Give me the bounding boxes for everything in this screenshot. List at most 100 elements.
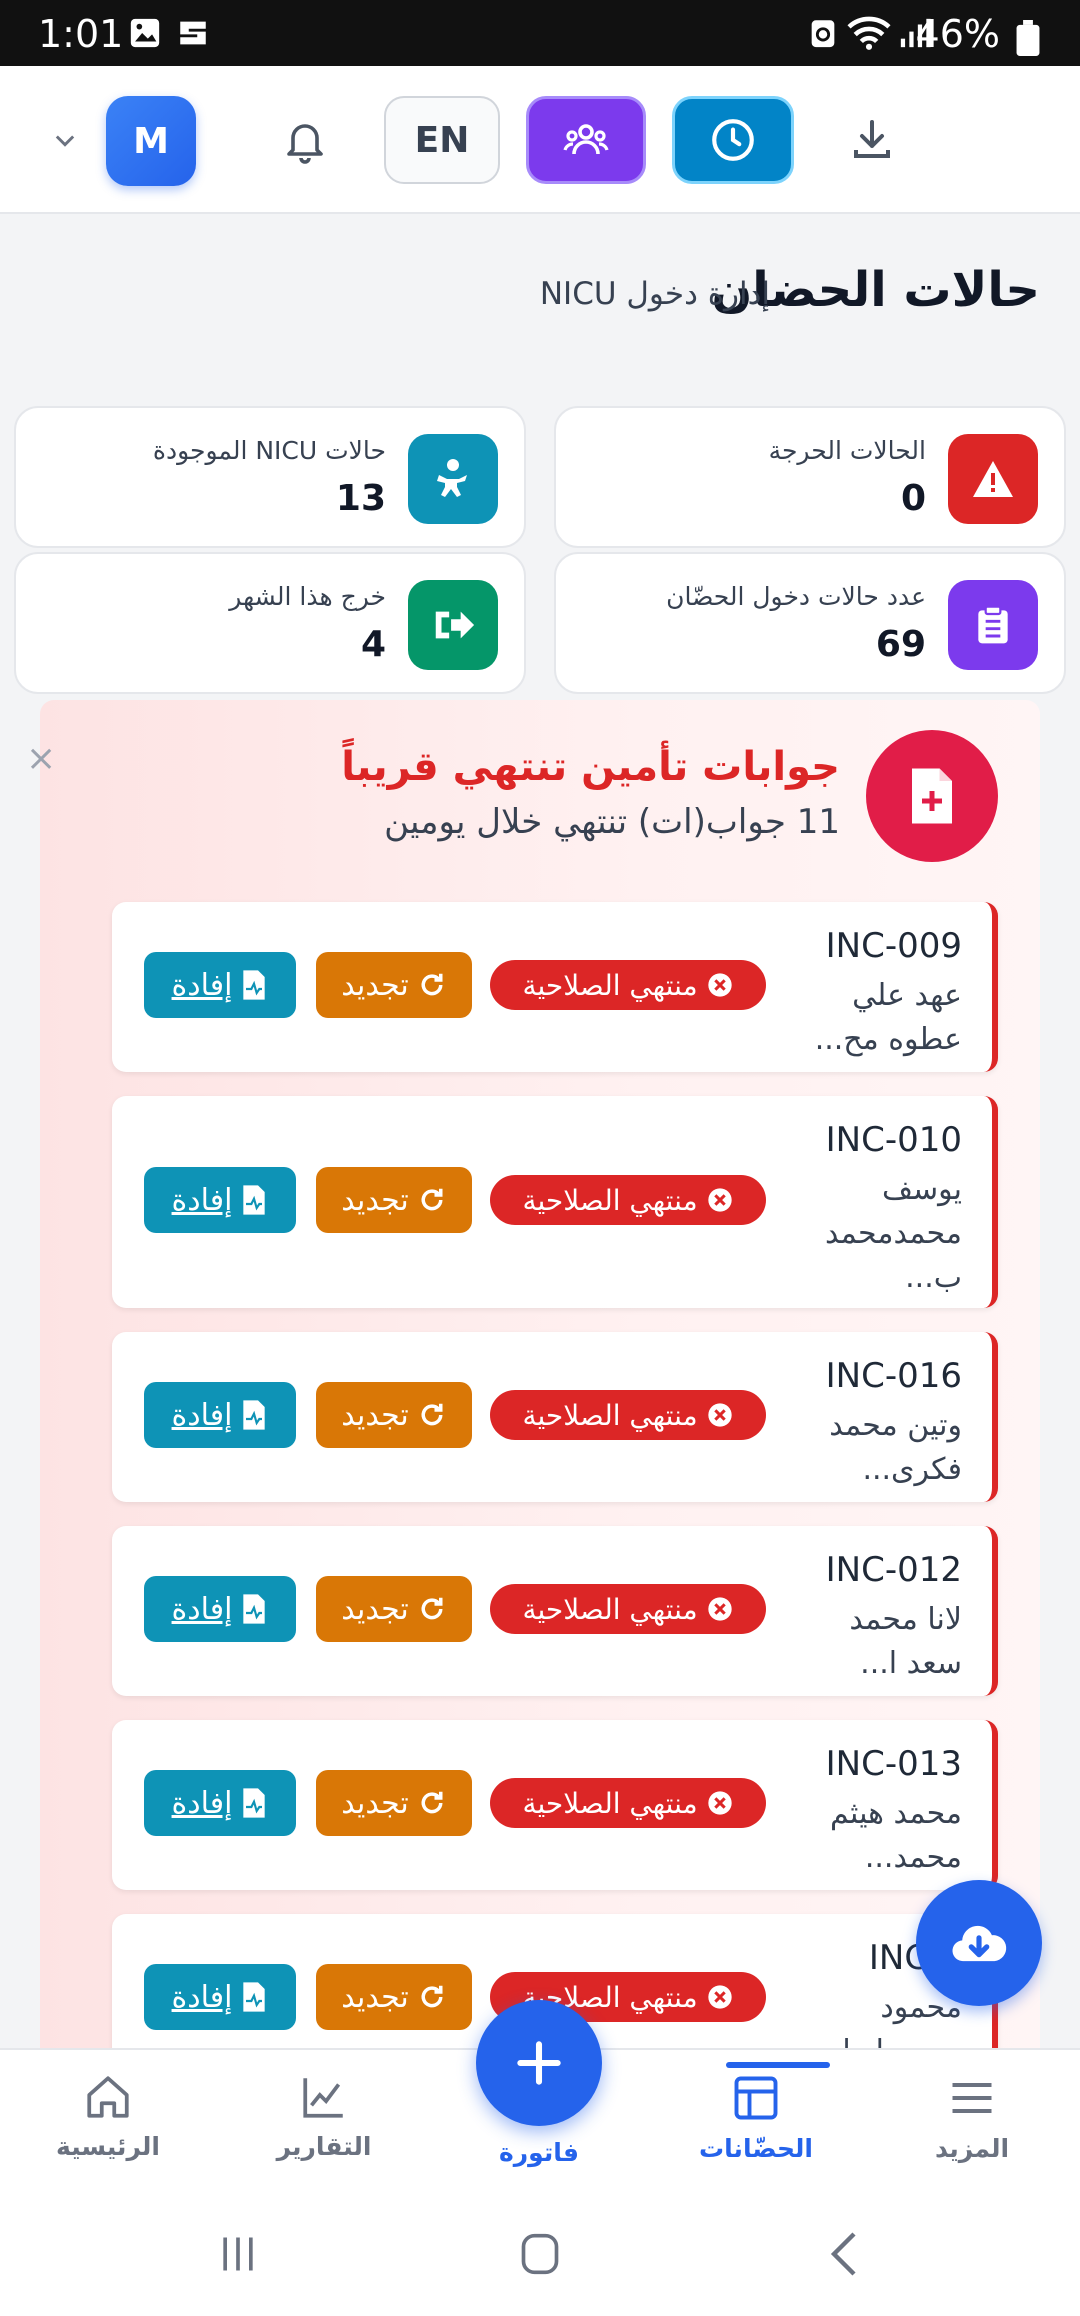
- stat-value: 4: [360, 624, 386, 665]
- renew-button[interactable]: تجديد: [316, 1576, 472, 1642]
- nav-label: التقارير: [276, 2132, 372, 2161]
- status-badge: منتهي الصلاحية: [490, 1778, 766, 1828]
- language-toggle-button[interactable]: EN: [384, 96, 500, 184]
- refresh-icon: [421, 973, 443, 996]
- back-icon[interactable]: [826, 2230, 862, 2278]
- status-label: منتهي الصلاحية: [522, 1786, 698, 1820]
- stat-card-admissions[interactable]: عدد حالات دخول الحضّان 69: [554, 552, 1066, 694]
- x-circle-icon: [707, 1597, 732, 1621]
- stat-value: 0: [900, 478, 926, 519]
- team-button[interactable]: [526, 96, 646, 184]
- item-patient-name: محمد هيثم محمد...: [830, 1796, 962, 1875]
- recent-apps-icon[interactable]: [216, 2232, 260, 2276]
- users-icon: [563, 124, 609, 155]
- nav-incubators[interactable]: الحضّانات: [676, 2072, 836, 2163]
- app-header: M EN: [0, 66, 1080, 214]
- renew-label: تجديد: [341, 1979, 409, 2015]
- renew-button[interactable]: تجديد: [316, 1382, 472, 1448]
- stat-label: خرج هذا الشهر: [229, 582, 386, 611]
- renew-button[interactable]: تجديد: [316, 1964, 472, 2030]
- nav-label: الرئيسية: [56, 2132, 160, 2161]
- status-bar: 1:01 46%: [0, 0, 1080, 66]
- item-id: INC-012: [825, 1550, 962, 1590]
- file-medical-icon: [243, 1400, 266, 1430]
- file-medical-icon: [866, 730, 998, 862]
- home-gesture-icon[interactable]: [518, 2230, 562, 2278]
- report-button[interactable]: إفادة: [144, 1770, 296, 1836]
- nav-label: الحضّانات: [699, 2134, 813, 2163]
- report-label: إفادة: [171, 1979, 233, 2015]
- recycle-icon: [808, 16, 838, 50]
- stat-card-discharged[interactable]: خرج هذا الشهر 4: [14, 552, 526, 694]
- status-label: منتهي الصلاحية: [522, 1592, 698, 1626]
- stat-label: حالات NICU الموجودة: [152, 436, 386, 465]
- renew-label: تجديد: [341, 1591, 409, 1627]
- stat-value: 13: [335, 478, 386, 519]
- nav-more[interactable]: المزيد: [892, 2072, 1052, 2163]
- incubator-icon: [734, 2076, 778, 2120]
- renew-button[interactable]: تجديد: [316, 1770, 472, 1836]
- x-circle-icon: [707, 973, 732, 997]
- active-tab-indicator: [726, 2062, 830, 2068]
- status-badge: منتهي الصلاحية: [490, 1584, 766, 1634]
- insurance-item: INC-010 يوسف محمدمحمد ب... منتهي الصلاحية ت…: [112, 1096, 998, 1308]
- renew-label: تجديد: [341, 967, 409, 1003]
- stat-label: الحالات الحرجة: [768, 436, 926, 465]
- cloud-download-button[interactable]: [916, 1880, 1042, 2006]
- file-medical-icon: [243, 1982, 266, 2012]
- plus-icon: [517, 2041, 561, 2085]
- stat-card-nicu-current[interactable]: حالات NICU الموجودة 13: [14, 406, 526, 548]
- report-label: إفادة: [171, 967, 233, 1003]
- x-circle-icon: [707, 1403, 732, 1427]
- report-button[interactable]: إفادة: [144, 1964, 296, 2030]
- renew-label: تجديد: [341, 1397, 409, 1433]
- download-button[interactable]: [830, 96, 914, 184]
- item-patient-name: يوسف محمدمحمد ب...: [824, 1172, 962, 1295]
- nav-reports[interactable]: التقارير: [244, 2072, 404, 2161]
- item-id: INC-016: [825, 1356, 962, 1396]
- item-patient-name: عهد علي عطوه مح...: [814, 978, 962, 1057]
- report-label: إفادة: [171, 1397, 233, 1433]
- file-medical-icon: [243, 970, 266, 1000]
- app-notification-icon: [176, 16, 210, 50]
- nav-label: المزيد: [934, 2134, 1010, 2163]
- report-button[interactable]: إفادة: [144, 952, 296, 1018]
- status-badge: منتهي الصلاحية: [490, 1175, 766, 1225]
- report-button[interactable]: إفادة: [144, 1382, 296, 1448]
- status-label: منتهي الصلاحية: [522, 1183, 698, 1217]
- notifications-button[interactable]: [260, 96, 350, 184]
- refresh-icon: [421, 1791, 443, 1814]
- account-dropdown-toggle[interactable]: [40, 96, 90, 184]
- nav-invoice-label: فاتورة: [499, 2138, 579, 2167]
- home-icon: [87, 2076, 129, 2118]
- renew-button[interactable]: تجديد: [316, 952, 472, 1018]
- clipboard-icon: [948, 580, 1038, 670]
- chevron-down-icon: [55, 135, 75, 147]
- refresh-icon: [421, 1403, 443, 1426]
- report-label: إفادة: [171, 1785, 233, 1821]
- renew-label: تجديد: [341, 1182, 409, 1218]
- status-badge: منتهي الصلاحية: [490, 1390, 766, 1440]
- item-id: INC-013: [825, 1744, 962, 1784]
- refresh-icon: [421, 1188, 443, 1211]
- x-circle-icon: [707, 1791, 732, 1815]
- report-button[interactable]: إفادة: [144, 1576, 296, 1642]
- cloud-download-icon: [952, 1925, 1007, 1962]
- new-invoice-button[interactable]: [476, 2000, 602, 2126]
- renew-button[interactable]: تجديد: [316, 1167, 472, 1233]
- alert-close-button[interactable]: ×: [26, 738, 56, 779]
- report-label: إفادة: [171, 1591, 233, 1627]
- clock-icon: [712, 119, 754, 161]
- report-button[interactable]: إفادة: [144, 1167, 296, 1233]
- item-id: INC-010: [825, 1120, 962, 1160]
- stat-card-critical[interactable]: الحالات الحرجة 0: [554, 406, 1066, 548]
- wifi-icon: [846, 16, 892, 50]
- status-label: منتهي الصلاحية: [522, 1398, 698, 1432]
- nav-home[interactable]: الرئيسية: [28, 2072, 188, 2161]
- history-button[interactable]: [672, 96, 794, 184]
- refresh-icon: [421, 1985, 443, 2008]
- avatar[interactable]: M: [106, 96, 196, 186]
- item-patient-name: لانا محمد سعد ا...: [849, 1602, 962, 1681]
- bell-icon: [287, 124, 323, 164]
- item-id: INC-009: [825, 926, 962, 966]
